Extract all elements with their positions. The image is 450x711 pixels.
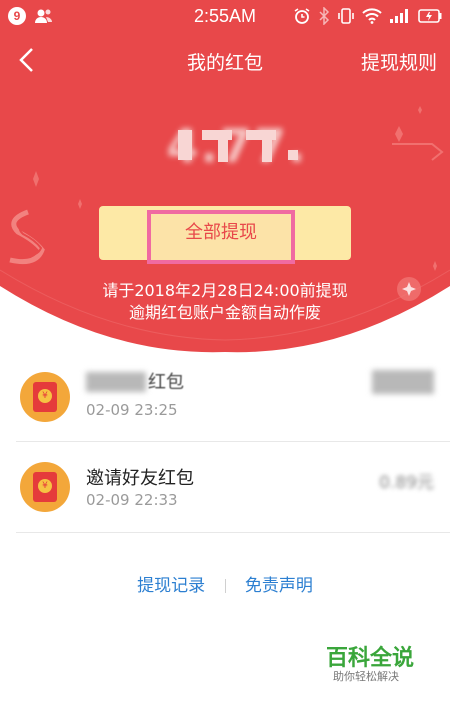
bluetooth-icon — [319, 7, 330, 25]
pixelated-digit — [178, 130, 192, 160]
record-title: 邀请好友红包 — [86, 468, 194, 489]
record-amount: 0.89元 — [379, 473, 434, 493]
disclaimer-link[interactable]: 免责声明 — [245, 576, 313, 596]
withdraw-history-link[interactable]: 提现记录 — [137, 576, 205, 596]
withdraw-rules-link[interactable]: 提现规则 — [361, 48, 437, 75]
watermark-subtitle: 助你轻松解决 — [333, 670, 399, 683]
divider — [16, 532, 450, 533]
balance-amount: 4.77. — [162, 116, 312, 176]
pixelated-digit — [202, 130, 232, 140]
pixelated-digit — [246, 130, 276, 140]
pixelated-digit — [288, 150, 298, 160]
signal-icon — [390, 9, 408, 23]
wifi-icon — [362, 8, 382, 24]
pixelated-digit — [262, 140, 272, 162]
vibrate-icon — [338, 8, 354, 24]
redacted-amount — [372, 370, 434, 394]
red-envelope-icon: ¥ — [20, 372, 70, 422]
expiry-notice: 逾期红包账户金额自动作废 — [128, 303, 321, 322]
status-bar: 9 2:55AM — [0, 0, 450, 34]
red-envelope-icon: ¥ — [20, 462, 70, 512]
record-time: 02-09 22:33 — [86, 491, 178, 509]
link-separator — [224, 579, 226, 593]
list-item[interactable]: ¥ 红包 02-09 23:25 — [0, 352, 450, 442]
list-item[interactable]: ¥ 邀请好友红包 02-09 22:33 0.89元 — [0, 442, 450, 532]
record-time: 02-09 23:25 — [86, 401, 178, 419]
withdraw-all-button[interactable]: 全部提现 — [147, 210, 295, 260]
redacted-text — [86, 372, 146, 392]
nav-bar: 我的红包 提现规则 — [0, 34, 450, 86]
alarm-icon — [294, 8, 310, 24]
battery-icon — [418, 9, 442, 23]
record-title: 红包 — [148, 372, 184, 393]
footer-links: 提现记录 免责声明 — [0, 571, 450, 596]
withdraw-deadline-notice: 请于2018年2月28日24:00前提现 — [102, 281, 348, 300]
pixelated-digit — [218, 140, 228, 162]
